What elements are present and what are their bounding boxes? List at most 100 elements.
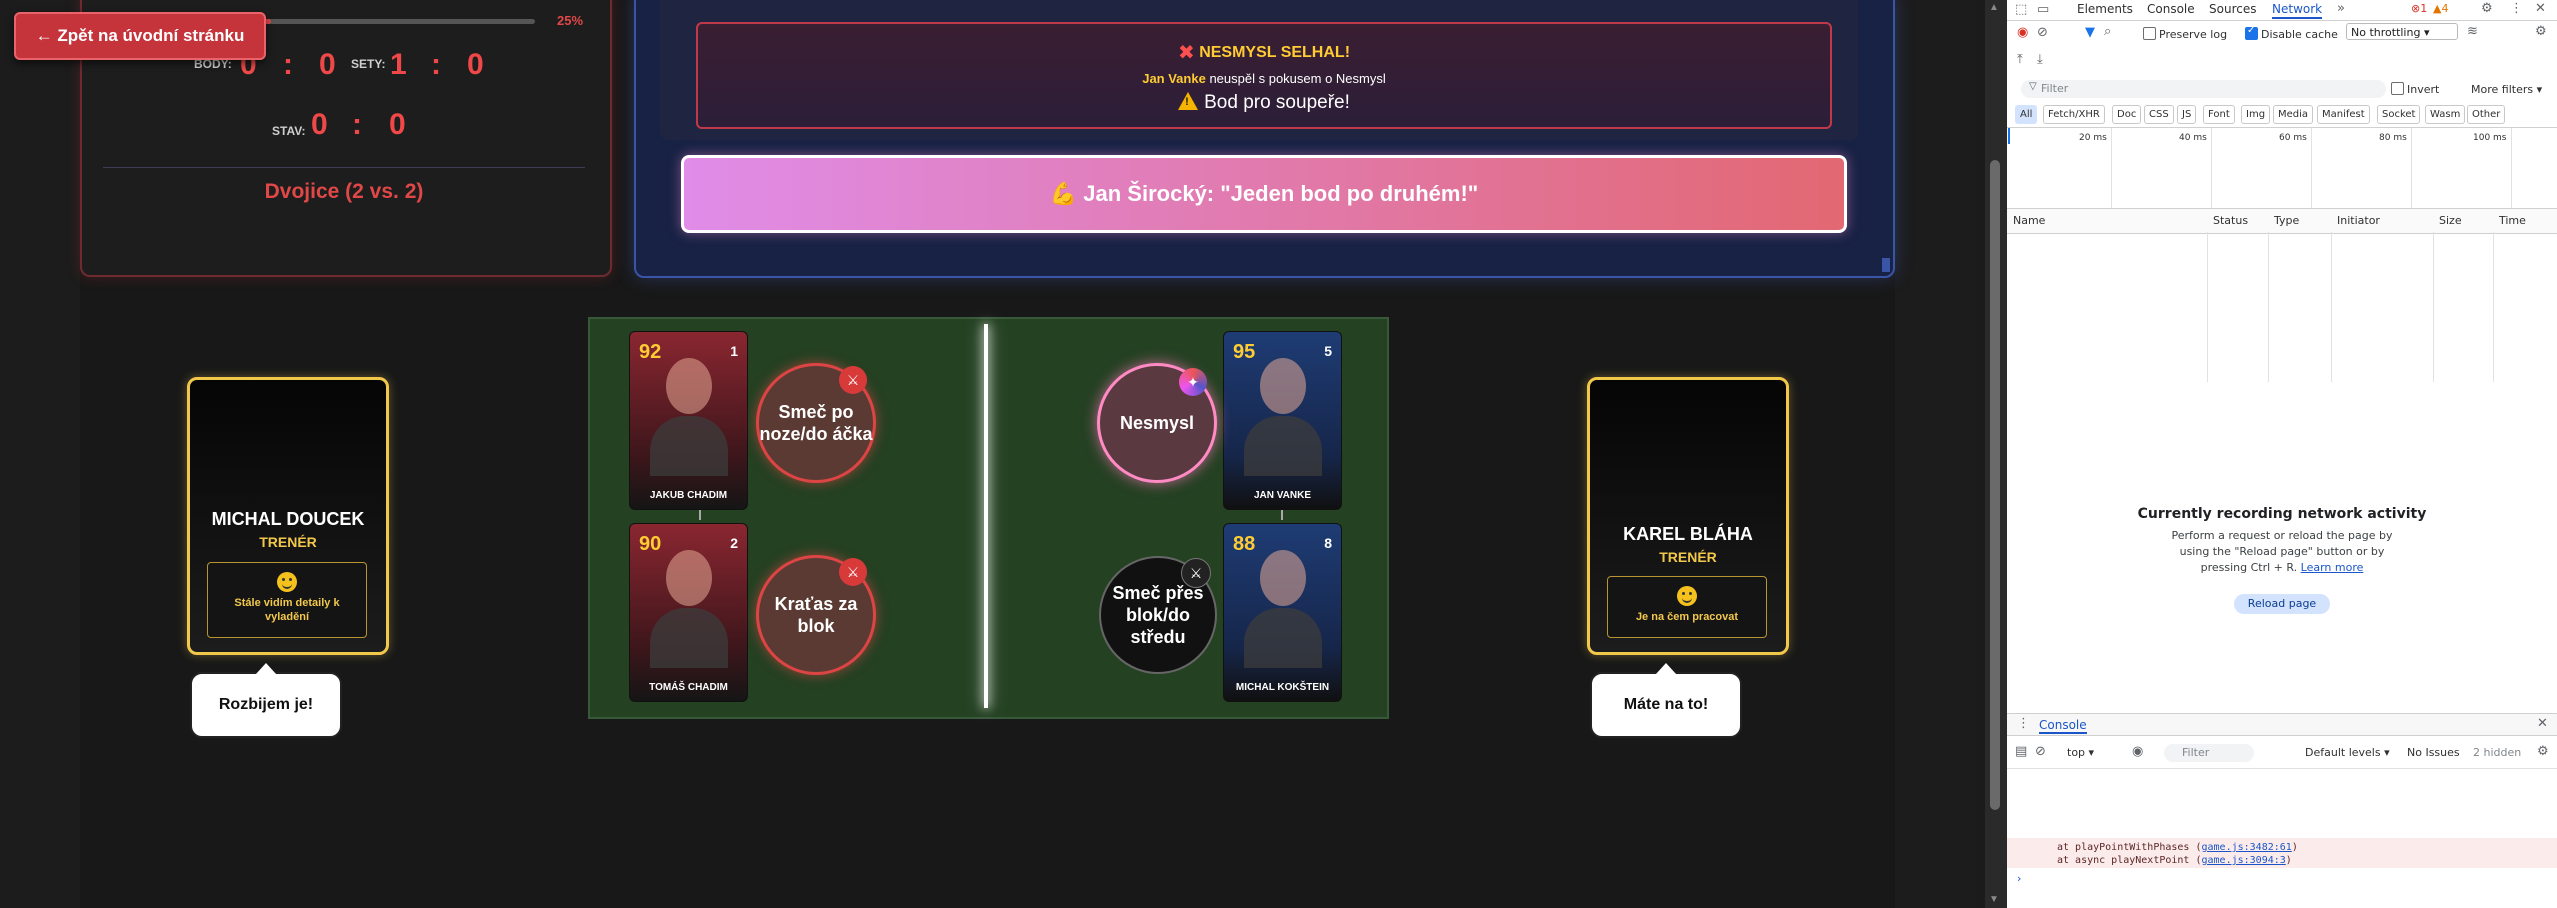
type-filter-js[interactable]: JS (2177, 105, 2197, 124)
player-name: MICHAL KOKŠTEIN (1235, 682, 1330, 693)
player-photo (650, 358, 728, 476)
sety-separator: : (431, 48, 443, 81)
funnel-icon: ▽ (2029, 81, 2037, 92)
issues-indicator[interactable]: No Issues (2407, 746, 2460, 759)
type-filter-all[interactable]: All (2015, 105, 2038, 124)
type-filter-doc[interactable]: Doc (2112, 105, 2142, 124)
clear-console-icon[interactable]: ⊘ (2035, 744, 2046, 759)
clear-icon[interactable]: ⊘ (2037, 25, 2048, 40)
player-rating: 88 (1233, 533, 1256, 555)
player-card-michal-kokstein[interactable]: 88 8 MICHAL KOKŠTEIN (1223, 523, 1342, 702)
coach-role: TRENÉR (1659, 549, 1717, 565)
type-filter-other[interactable]: Other (2467, 105, 2506, 124)
hidden-count: 2 hidden (2473, 746, 2522, 759)
type-filter-socket[interactable]: Socket (2377, 105, 2421, 124)
column-initiator[interactable]: Initiator (2337, 214, 2380, 227)
network-conditions-icon[interactable]: ≋ (2467, 24, 2478, 39)
learn-more-link[interactable]: Learn more (2301, 561, 2364, 574)
partner-link (699, 510, 701, 520)
column-status[interactable]: Status (2213, 214, 2248, 227)
import-har-icon[interactable]: ⤒ (2017, 52, 2023, 67)
drawer-tab-console[interactable]: Console (2039, 718, 2087, 734)
type-filter-media[interactable]: Media (2273, 105, 2314, 124)
page-scrollbar[interactable]: ▲ ▼ (1985, 0, 2007, 908)
reload-page-button[interactable]: Reload page (2234, 594, 2330, 614)
player-rating: 95 (1233, 341, 1256, 363)
player-name: TOMÁŠ CHADIM (649, 682, 728, 693)
type-filter-manifest[interactable]: Manifest (2317, 105, 2370, 124)
source-link[interactable]: game.js:3482:61 (2202, 842, 2292, 853)
scrollbar-thumb[interactable] (1990, 160, 2000, 810)
devtools-panel: ⬚ ▭ Elements Console Sources Network » ⊗… (2007, 0, 2557, 908)
network-settings-icon[interactable]: ⚙ (2535, 24, 2547, 39)
disable-cache-label: Disable cache (2261, 28, 2338, 41)
more-filters-button[interactable]: More filters ▾ (2471, 83, 2542, 96)
column-name[interactable]: Name (2013, 214, 2045, 227)
game-viewport: 25% BODY: 0 : 0 SETY: 1 : 0 STAV: 0 : 0 … (0, 0, 1977, 908)
preserve-log-checkbox[interactable] (2143, 27, 2156, 40)
tab-console[interactable]: Console (2147, 2, 2195, 16)
player-card-jakub-chadim[interactable]: 92 1 JAKUB CHADIM (629, 331, 748, 510)
scroll-down-icon[interactable]: ▼ (1989, 894, 1999, 905)
crossed-swords-icon: ⚔ (1181, 558, 1211, 588)
type-filter-css[interactable]: CSS (2144, 105, 2174, 124)
device-toggle-icon[interactable]: ▭ (2037, 2, 2049, 17)
coach-speech-left: Rozbijem je! (190, 663, 342, 738)
type-filter-fetch[interactable]: Fetch/XHR (2043, 105, 2105, 124)
scroll-up-icon[interactable]: ▲ (1989, 2, 1999, 13)
type-filter-font[interactable]: Font (2203, 105, 2235, 124)
close-drawer-icon[interactable]: ✕ (2537, 716, 2548, 731)
throttling-select[interactable]: No throttling ▾ (2346, 23, 2458, 40)
log-levels-select[interactable]: Default levels ▾ (2305, 746, 2390, 759)
filter-icon[interactable]: ▼ (2085, 25, 2095, 40)
tab-elements[interactable]: Elements (2077, 2, 2133, 16)
more-tabs-icon[interactable]: » (2337, 1, 2345, 16)
type-filter-wasm[interactable]: Wasm (2425, 105, 2466, 124)
tab-sources[interactable]: Sources (2209, 2, 2256, 16)
coach-card-left: MICHAL DOUCEK TRENÉR Stále vidím detaily… (187, 377, 389, 655)
record-icon[interactable]: ◉ (2017, 25, 2028, 40)
invert-checkbox[interactable] (2391, 82, 2404, 95)
inspect-icon[interactable]: ⬚ (2015, 2, 2027, 17)
context-select[interactable]: top ▾ (2067, 746, 2094, 759)
network-filter-input[interactable]: Filter (2021, 80, 2386, 98)
gear-icon[interactable]: ⚙ (2481, 1, 2493, 16)
column-type[interactable]: Type (2274, 214, 2299, 227)
network-timeline[interactable]: 20 ms 40 ms 60 ms 80 ms 100 ms (2007, 127, 2557, 208)
timeline-cursor (2008, 128, 2010, 144)
player-rating: 90 (639, 533, 662, 555)
sidebar-toggle-icon[interactable]: ▤ (2015, 744, 2027, 759)
player-card-tomas-chadim[interactable]: 90 2 TOMÁŠ CHADIM (629, 523, 748, 702)
drawer-menu-icon[interactable]: ⋮ (2017, 716, 2030, 731)
timeline-tick: 100 ms (2473, 133, 2507, 143)
console-prompt[interactable]: › (2017, 872, 2021, 885)
warning-icon (1178, 92, 1199, 110)
back-to-home-button[interactable]: ← Zpět na úvodní stránku (14, 12, 266, 60)
eye-icon[interactable]: ◉ (2132, 744, 2143, 759)
console-filter-input[interactable]: Filter (2164, 744, 2254, 762)
disable-cache-checkbox[interactable] (2245, 25, 2258, 40)
error-count-badge[interactable]: ⊗1 (2411, 2, 2427, 15)
devtools-tab-bar: ⬚ ▭ Elements Console Sources Network » ⊗… (2007, 0, 2557, 21)
search-icon[interactable]: ⌕ (2104, 24, 2111, 39)
coach-name: KAREL BLÁHA (1623, 524, 1753, 544)
column-time[interactable]: Time (2499, 214, 2526, 227)
player-card-jan-vanke[interactable]: 95 5 JAN VANKE (1223, 331, 1342, 510)
coach-mood: Stále vidím detaily k vyladění (234, 597, 340, 623)
player-number: 2 (730, 535, 738, 551)
timeline-tick: 20 ms (2079, 133, 2107, 143)
close-icon[interactable]: ✕ (2535, 1, 2546, 16)
coach-mood-box: Je na čem pracovat (1607, 576, 1767, 638)
body-separator: : (283, 48, 295, 81)
console-settings-icon[interactable]: ⚙ (2537, 744, 2549, 759)
column-size[interactable]: Size (2439, 214, 2462, 227)
tab-network[interactable]: Network (2272, 2, 2323, 19)
warning-count-badge[interactable]: ▲4 (2433, 2, 2448, 15)
type-filter-img[interactable]: Img (2241, 105, 2271, 124)
export-har-icon[interactable]: ⤓ (2037, 52, 2043, 67)
stav-separator: : (352, 108, 364, 141)
kebab-menu-icon[interactable]: ⋮ (2510, 1, 2523, 16)
request-table-header: Name Status Type Initiator Size Time (2007, 208, 2557, 234)
source-link[interactable]: game.js:3094:3 (2202, 855, 2286, 866)
player-photo (1244, 550, 1322, 668)
